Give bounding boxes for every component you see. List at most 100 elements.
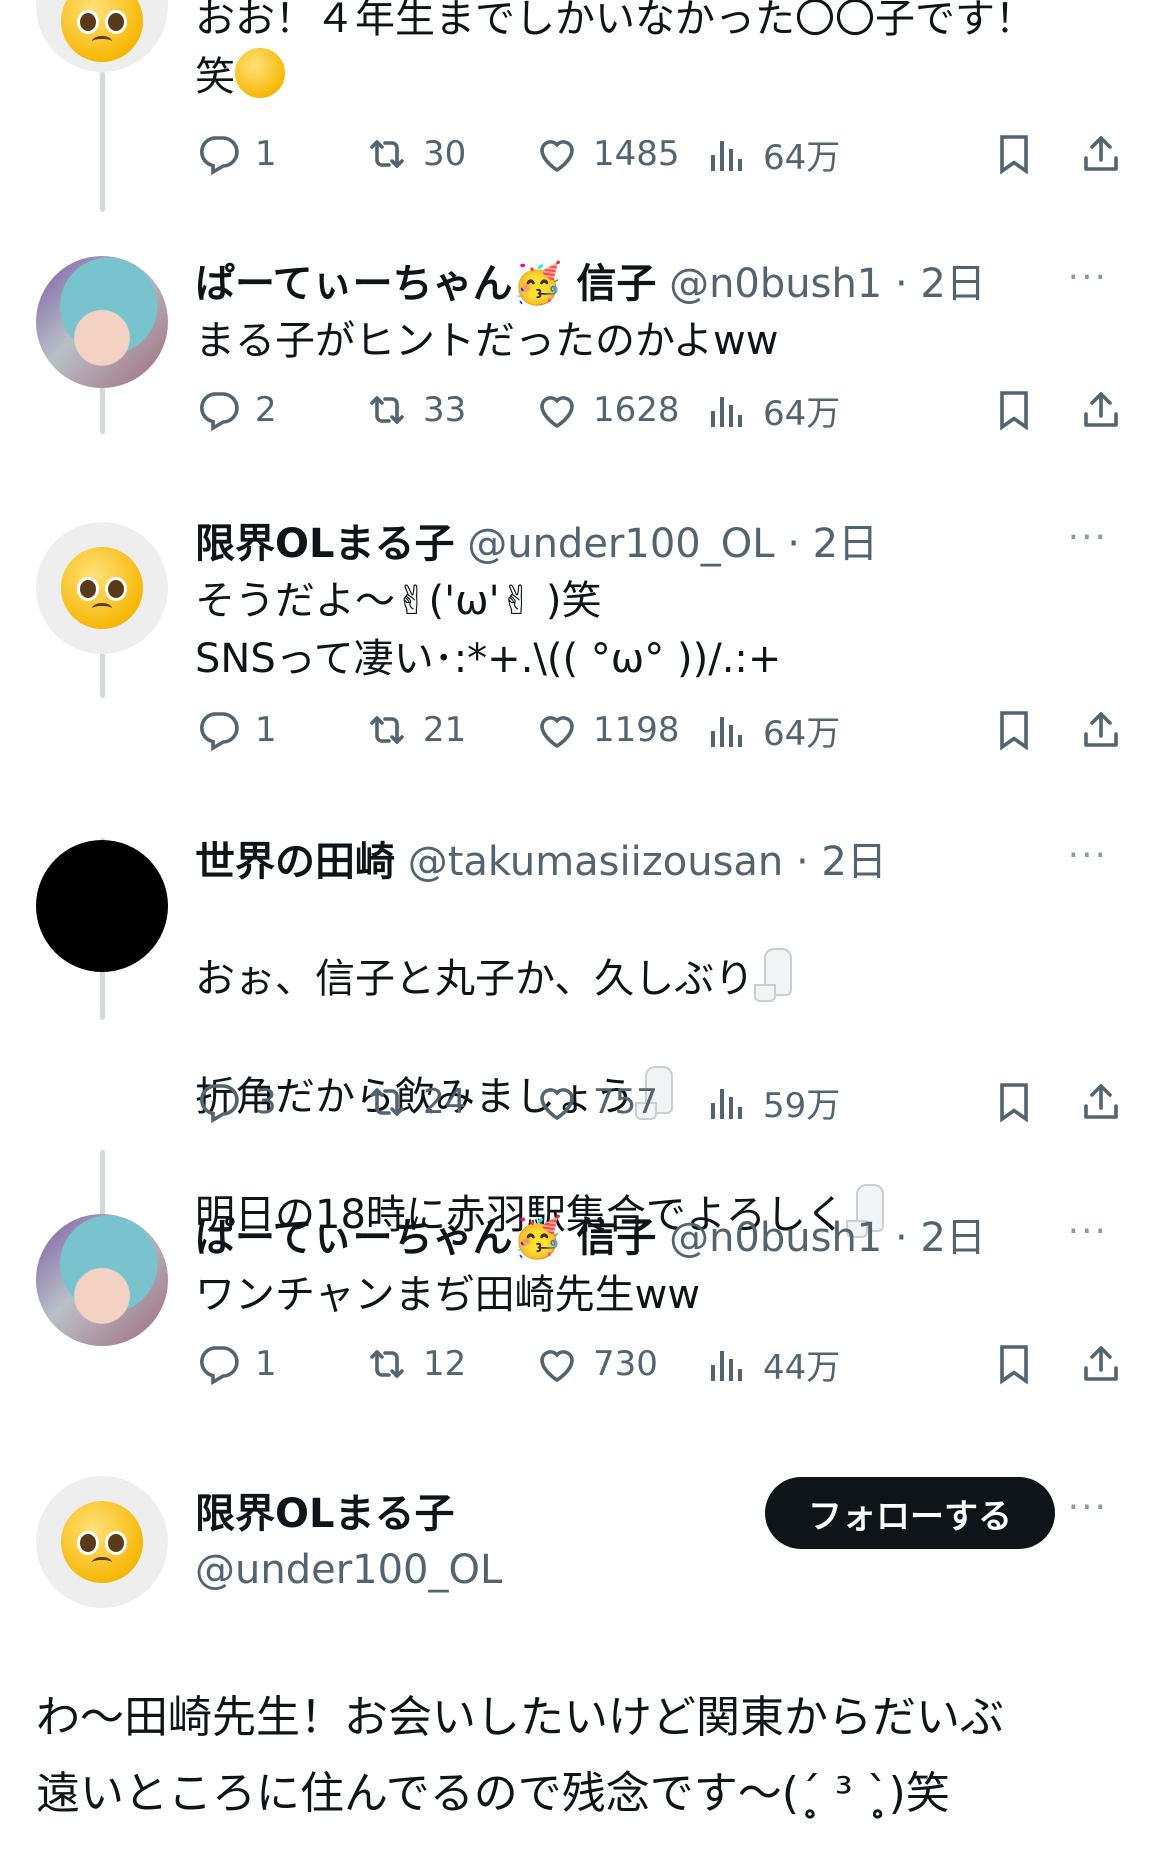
retweet-button[interactable]: 12 <box>363 1340 466 1388</box>
view-count: 59万 <box>763 1086 841 1126</box>
pleading-face-icon <box>61 1501 143 1583</box>
views-button[interactable]: 64万 <box>703 706 840 755</box>
bookmark-button[interactable] <box>990 1340 1038 1388</box>
follow-button[interactable]: フォローする <box>765 1477 1055 1549</box>
retweet-count: 24 <box>423 1082 467 1122</box>
pleading-face-icon <box>61 547 143 629</box>
heart-icon <box>533 706 581 754</box>
reply-count: 1 <box>255 134 277 174</box>
heart-icon <box>533 1340 581 1388</box>
tweet-actions: 2 33 1628 64万 <box>195 386 1135 442</box>
tweet-actions: 1 30 1485 64万 <box>195 130 1135 186</box>
avatar[interactable] <box>36 522 168 654</box>
share-icon <box>1077 706 1125 754</box>
sake-icon <box>754 948 794 1002</box>
display-name[interactable]: 限界OLまる子 <box>195 521 455 567</box>
views-button[interactable]: 44万 <box>703 1340 840 1389</box>
star-struck-emoji-icon <box>235 48 285 98</box>
share-button[interactable] <box>1077 1078 1125 1126</box>
view-count: 64万 <box>763 394 841 434</box>
retweet-count: 21 <box>423 710 467 750</box>
display-name[interactable]: 世界の田崎 <box>195 839 395 885</box>
like-button[interactable]: 1628 <box>533 386 680 434</box>
bookmark-button[interactable] <box>990 130 1038 178</box>
share-button[interactable] <box>1077 706 1125 754</box>
tweet-text: ワンチャンまぢ田崎先生ww <box>195 1272 701 1318</box>
bookmark-button[interactable] <box>990 706 1038 754</box>
tweet-header: ぱーてぃーちゃん🥳 信子 @n0bush1 · 2日 <box>195 256 1130 312</box>
avatar[interactable] <box>36 1214 168 1346</box>
more-options-icon[interactable]: ··· <box>1068 1212 1108 1252</box>
views-icon <box>703 131 751 179</box>
reply-icon <box>195 706 243 754</box>
like-count: 730 <box>593 1344 658 1384</box>
retweet-button[interactable]: 24 <box>363 1078 466 1126</box>
share-button[interactable] <box>1077 130 1125 178</box>
bookmark-button[interactable] <box>990 1078 1038 1126</box>
retweet-icon <box>363 1078 411 1126</box>
retweet-icon <box>363 130 411 178</box>
views-icon <box>703 1341 751 1389</box>
retweet-icon <box>363 386 411 434</box>
handle[interactable]: @under100_OL <box>195 1542 1130 1598</box>
reply-icon <box>195 386 243 434</box>
like-button[interactable]: 730 <box>533 1340 658 1388</box>
tweet-text: そうだよ〜✌('ω'✌ )笑 SNSって凄い･:*+.\(( °ω° ))/.:… <box>195 578 782 682</box>
avatar[interactable] <box>36 840 168 972</box>
view-count: 44万 <box>763 1348 841 1388</box>
retweet-count: 30 <box>423 134 467 174</box>
reply-button[interactable]: 1 <box>195 706 277 754</box>
more-options-icon[interactable]: ··· <box>1068 518 1108 558</box>
tweet-actions: 3 24 757 59万 <box>195 1078 1135 1134</box>
view-count: 64万 <box>763 714 841 754</box>
share-button[interactable] <box>1077 1340 1125 1388</box>
reply-button[interactable]: 3 <box>195 1078 277 1126</box>
more-options-icon[interactable]: ··· <box>1068 1488 1108 1528</box>
views-button[interactable]: 64万 <box>703 386 840 435</box>
more-options-icon[interactable]: ··· <box>1068 258 1108 298</box>
display-name[interactable]: ぱーてぃーちゃん🥳 信子 <box>195 261 656 307</box>
retweet-icon <box>363 1340 411 1388</box>
reply-count: 2 <box>255 390 277 430</box>
reply-button[interactable]: 1 <box>195 130 277 178</box>
handle-and-time[interactable]: @n0bush1 · 2日 <box>669 261 986 307</box>
bookmark-icon <box>990 386 1038 434</box>
bookmark-icon <box>990 130 1038 178</box>
handle-and-time[interactable]: @n0bush1 · 2日 <box>669 1215 986 1261</box>
display-name[interactable]: ぱーてぃーちゃん🥳 信子 <box>195 1215 656 1261</box>
views-icon <box>703 707 751 755</box>
bookmark-button[interactable] <box>990 386 1038 434</box>
retweet-icon <box>363 706 411 754</box>
share-button[interactable] <box>1077 386 1125 434</box>
retweet-button[interactable]: 30 <box>363 130 466 178</box>
reply-count: 1 <box>255 1344 277 1384</box>
like-count: 757 <box>593 1082 658 1122</box>
reply-count: 3 <box>255 1082 277 1122</box>
like-count: 1198 <box>593 710 680 750</box>
reply-icon <box>195 1340 243 1388</box>
main-tweet-text: わ〜田崎先生！お会いしたいけど関東からだいぶ 遠いところに住んでるので残念です〜… <box>36 1692 1004 1819</box>
tweet-header: ぱーてぃーちゃん🥳 信子 @n0bush1 · 2日 <box>195 1210 1130 1266</box>
like-button[interactable]: 757 <box>533 1078 658 1126</box>
views-button[interactable]: 64万 <box>703 130 840 179</box>
retweet-button[interactable]: 21 <box>363 706 466 754</box>
share-icon <box>1077 1340 1125 1388</box>
reply-button[interactable]: 1 <box>195 1340 277 1388</box>
handle-and-time[interactable]: @under100_OL · 2日 <box>467 521 878 567</box>
retweet-button[interactable]: 33 <box>363 386 466 434</box>
views-icon <box>703 387 751 435</box>
like-button[interactable]: 1485 <box>533 130 680 178</box>
reply-button[interactable]: 2 <box>195 386 277 434</box>
more-options-icon[interactable]: ··· <box>1068 836 1108 876</box>
avatar[interactable] <box>36 0 168 72</box>
like-button[interactable]: 1198 <box>533 706 680 754</box>
display-name-text: 限界OLまる子 <box>195 1491 455 1537</box>
tweet-header: 限界OLまる子 @under100_OL · 2日 <box>195 516 1130 572</box>
avatar[interactable] <box>36 1476 168 1608</box>
handle-and-time[interactable]: @takumasiizousan · 2日 <box>408 839 887 885</box>
avatar[interactable] <box>36 256 168 388</box>
views-button[interactable]: 59万 <box>703 1078 840 1127</box>
heart-icon <box>533 386 581 434</box>
tweet-text: まる子がヒントだったのかよww <box>195 318 779 364</box>
tweet-header: 世界の田崎 @takumasiizousan · 2日 <box>195 834 1130 890</box>
